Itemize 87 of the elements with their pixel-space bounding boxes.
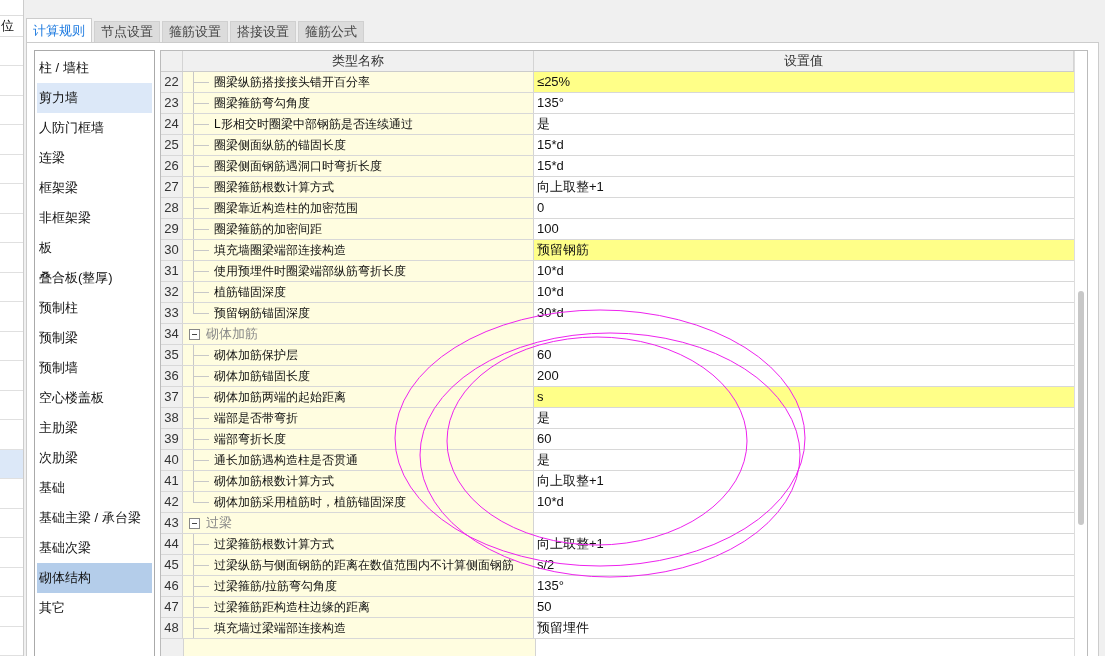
row-number: 36 — [161, 366, 183, 386]
setting-name: 通长加筋遇构造柱是否贯通 — [213, 452, 358, 469]
side-label: 位 — [0, 15, 23, 37]
category-item[interactable]: 基础 — [37, 473, 152, 503]
setting-name: 填充墙过梁端部连接构造 — [213, 620, 346, 637]
setting-name: 砌体加筋根数计算方式 — [213, 473, 334, 490]
row-number: 35 — [161, 345, 183, 365]
category-item[interactable]: 叠合板(整厚) — [37, 263, 152, 293]
setting-name: 使用预埋件时圈梁端部纵筋弯折长度 — [213, 263, 406, 280]
row-number: 47 — [161, 597, 183, 617]
category-item[interactable]: 砌体结构 — [37, 563, 152, 593]
setting-name: 植筋锚固深度 — [213, 284, 286, 301]
group-label: 过梁 — [206, 514, 232, 533]
group-label: 砌体加筋 — [206, 325, 258, 344]
row-number: 25 — [161, 135, 183, 155]
category-item[interactable]: 基础主梁 / 承台梁 — [37, 503, 152, 533]
setting-name: 砌体加筋采用植筋时，植筋锚固深度 — [213, 494, 406, 511]
category-item[interactable]: 空心楼盖板 — [37, 383, 152, 413]
category-item[interactable]: 预制墙 — [37, 353, 152, 383]
collapse-toggle[interactable] — [189, 517, 200, 529]
category-item[interactable]: 主肋梁 — [37, 413, 152, 443]
category-item[interactable]: 基础次梁 — [37, 533, 152, 563]
row-number: 43 — [161, 513, 183, 533]
row-number: 45 — [161, 555, 183, 575]
setting-name: 砌体加筋两端的起始距离 — [213, 389, 346, 406]
category-item[interactable]: 框架梁 — [37, 173, 152, 203]
row-number: 42 — [161, 492, 183, 512]
row-number: 23 — [161, 93, 183, 113]
setting-name: 圈梁箍筋根数计算方式 — [213, 179, 334, 196]
row-number: 29 — [161, 219, 183, 239]
setting-name: 砌体加筋锚固长度 — [213, 368, 310, 385]
row-number: 26 — [161, 156, 183, 176]
category-item[interactable]: 连梁 — [37, 143, 152, 173]
setting-name: 预留钢筋锚固深度 — [213, 305, 310, 322]
setting-name: 圈梁侧面钢筋遇洞口时弯折长度 — [213, 158, 382, 175]
setting-name: 过梁箍筋距构造柱边缘的距离 — [213, 599, 370, 616]
tab[interactable]: 箍筋设置 — [162, 21, 228, 42]
category-item[interactable]: 其它 — [37, 593, 152, 623]
setting-name: 圈梁箍筋弯勾角度 — [213, 95, 310, 112]
category-item[interactable]: 预制梁 — [37, 323, 152, 353]
setting-value[interactable]: ≤25% — [534, 72, 1074, 92]
row-number: 37 — [161, 387, 183, 407]
row-number: 27 — [161, 177, 183, 197]
setting-name: 圈梁箍筋的加密间距 — [213, 221, 322, 238]
row-number: 28 — [161, 198, 183, 218]
tab[interactable]: 箍筋公式 — [298, 21, 364, 42]
setting-name: 填充墙圈梁端部连接构造 — [213, 242, 346, 259]
row-number: 30 — [161, 240, 183, 260]
setting-value[interactable]: s — [534, 387, 1074, 407]
category-item[interactable]: 柱 / 墙柱 — [37, 53, 152, 83]
tab[interactable]: 节点设置 — [94, 21, 160, 42]
row-number: 39 — [161, 429, 183, 449]
setting-name: 过梁箍筋根数计算方式 — [213, 536, 334, 553]
row-number: 32 — [161, 282, 183, 302]
setting-name: 过梁箍筋/拉筋弯勾角度 — [213, 578, 338, 595]
setting-name: 圈梁侧面纵筋的锚固长度 — [213, 137, 346, 154]
category-item[interactable]: 剪力墙 — [37, 83, 152, 113]
category-item[interactable]: 预制柱 — [37, 293, 152, 323]
row-number: 46 — [161, 576, 183, 596]
row-number: 48 — [161, 618, 183, 638]
tab[interactable]: 计算规则 — [26, 18, 92, 42]
row-number: 38 — [161, 408, 183, 428]
setting-value[interactable]: 预留钢筋 — [534, 240, 1074, 260]
category-item[interactable]: 人防门框墙 — [37, 113, 152, 143]
row-number: 22 — [161, 72, 183, 92]
category-item[interactable]: 次肋梁 — [37, 443, 152, 473]
setting-name: 圈梁纵筋搭接接头错开百分率 — [213, 74, 370, 91]
setting-name: L形相交时圈梁中部钢筋是否连续通过 — [213, 116, 413, 133]
category-item[interactable]: 非框架梁 — [37, 203, 152, 233]
row-number: 33 — [161, 303, 183, 323]
list-row[interactable] — [0, 449, 23, 479]
setting-name: 砌体加筋保护层 — [213, 347, 298, 364]
column-header[interactable]: 类型名称 — [183, 51, 534, 71]
row-number: 40 — [161, 450, 183, 470]
setting-name: 过梁纵筋与侧面钢筋的距离在数值范围内不计算侧面钢筋 — [213, 557, 514, 574]
category-item[interactable]: 板 — [37, 233, 152, 263]
scrollbar[interactable] — [1074, 51, 1087, 656]
setting-name: 圈梁靠近构造柱的加密范围 — [213, 200, 358, 217]
row-number: 31 — [161, 261, 183, 281]
setting-name: 端部是否带弯折 — [213, 410, 298, 427]
row-number: 24 — [161, 114, 183, 134]
tab[interactable]: 搭接设置 — [230, 21, 296, 42]
row-number: 41 — [161, 471, 183, 491]
row-number: 34 — [161, 324, 183, 344]
row-number: 44 — [161, 534, 183, 554]
setting-name: 端部弯折长度 — [213, 431, 286, 448]
collapse-toggle[interactable] — [189, 328, 200, 340]
